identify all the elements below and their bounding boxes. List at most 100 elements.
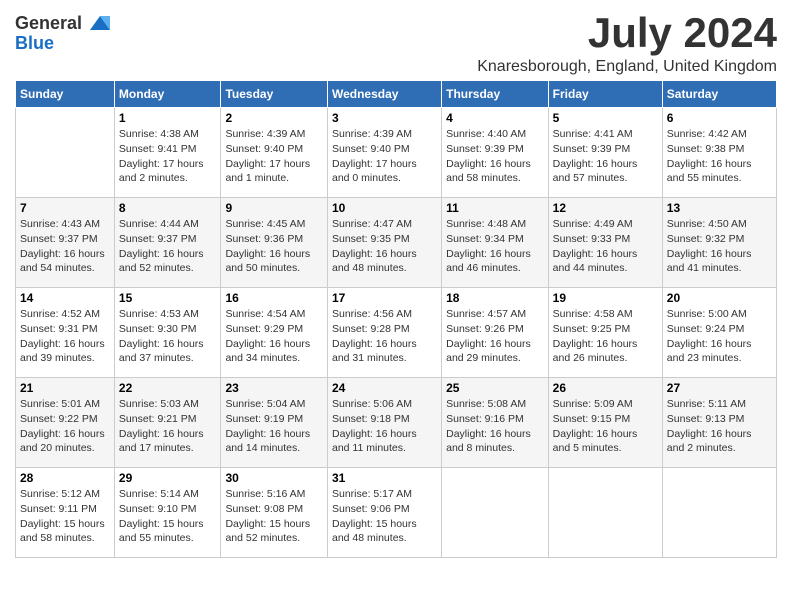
day-number: 23 [225, 381, 323, 395]
day-number: 22 [119, 381, 217, 395]
day-cell: 5 Sunrise: 4:41 AM Sunset: 9:39 PM Daylig… [548, 108, 662, 198]
col-saturday: Saturday [662, 81, 776, 108]
day-number: 28 [20, 471, 110, 485]
day-number: 5 [553, 111, 658, 125]
day-cell: 27Sunrise: 5:11 AM Sunset: 9:13 PM Dayli… [662, 378, 776, 468]
location: Knaresborough, England, United Kingdom [477, 58, 777, 76]
day-info: Sunrise: 5:04 AM Sunset: 9:19 PM Dayligh… [225, 397, 323, 456]
day-number: 11 [446, 201, 544, 215]
day-number: 13 [667, 201, 772, 215]
day-number: 2 [225, 111, 323, 125]
day-cell: 22 Sunrise: 5:03 AM Sunset: 9:21 PM Dayli… [114, 378, 221, 468]
day-info: Sunrise: 4:52 AM Sunset: 9:31 PM Dayligh… [20, 307, 110, 366]
day-number: 10 [332, 201, 437, 215]
day-number: 17 [332, 291, 437, 305]
day-cell: 23 Sunrise: 5:04 AM Sunset: 9:19 PM Dayli… [221, 378, 328, 468]
calendar-table: Sunday Monday Tuesday Wednesday Thursday… [15, 80, 777, 558]
day-info: Sunrise: 4:50 AM Sunset: 9:32 PM Dayligh… [667, 217, 772, 276]
day-cell: 21Sunrise: 5:01 AM Sunset: 9:22 PM Dayli… [16, 378, 115, 468]
day-info: Sunrise: 5:03 AM Sunset: 9:21 PM Dayligh… [119, 397, 217, 456]
day-info: Sunrise: 5:17 AM Sunset: 9:06 PM Dayligh… [332, 487, 437, 546]
week-row-2: 7Sunrise: 4:43 AM Sunset: 9:37 PM Daylig… [16, 198, 777, 288]
day-number: 29 [119, 471, 217, 485]
day-cell: 11 Sunrise: 4:48 AM Sunset: 9:34 PM Dayli… [442, 198, 549, 288]
day-number: 15 [119, 291, 217, 305]
day-info: Sunrise: 4:48 AM Sunset: 9:34 PM Dayligh… [446, 217, 544, 276]
day-info: Sunrise: 5:11 AM Sunset: 9:13 PM Dayligh… [667, 397, 772, 456]
day-cell: 24 Sunrise: 5:06 AM Sunset: 9:18 PM Dayli… [327, 378, 441, 468]
day-info: Sunrise: 4:40 AM Sunset: 9:39 PM Dayligh… [446, 127, 544, 186]
day-info: Sunrise: 5:16 AM Sunset: 9:08 PM Dayligh… [225, 487, 323, 546]
day-number: 24 [332, 381, 437, 395]
day-cell: 4 Sunrise: 4:40 AM Sunset: 9:39 PM Daylig… [442, 108, 549, 198]
day-number: 4 [446, 111, 544, 125]
day-number: 18 [446, 291, 544, 305]
week-row-1: 1 Sunrise: 4:38 AM Sunset: 9:41 PM Daylig… [16, 108, 777, 198]
day-info: Sunrise: 4:42 AM Sunset: 9:38 PM Dayligh… [667, 127, 772, 186]
day-cell: 3 Sunrise: 4:39 AM Sunset: 9:40 PM Daylig… [327, 108, 441, 198]
day-number: 20 [667, 291, 772, 305]
day-number: 1 [119, 111, 217, 125]
day-cell: 30 Sunrise: 5:16 AM Sunset: 9:08 PM Dayli… [221, 468, 328, 558]
day-cell [548, 468, 662, 558]
day-info: Sunrise: 4:56 AM Sunset: 9:28 PM Dayligh… [332, 307, 437, 366]
day-number: 9 [225, 201, 323, 215]
page-header: General Blue July 2024 Knaresborough, En… [15, 10, 777, 76]
day-number: 14 [20, 291, 110, 305]
day-cell: 15 Sunrise: 4:53 AM Sunset: 9:30 PM Dayli… [114, 288, 221, 378]
day-info: Sunrise: 5:00 AM Sunset: 9:24 PM Dayligh… [667, 307, 772, 366]
day-info: Sunrise: 4:57 AM Sunset: 9:26 PM Dayligh… [446, 307, 544, 366]
day-info: Sunrise: 4:58 AM Sunset: 9:25 PM Dayligh… [553, 307, 658, 366]
day-cell: 12 Sunrise: 4:49 AM Sunset: 9:33 PM Dayli… [548, 198, 662, 288]
day-info: Sunrise: 4:54 AM Sunset: 9:29 PM Dayligh… [225, 307, 323, 366]
day-info: Sunrise: 4:39 AM Sunset: 9:40 PM Dayligh… [332, 127, 437, 186]
day-cell: 10Sunrise: 4:47 AM Sunset: 9:35 PM Dayli… [327, 198, 441, 288]
day-cell: 31 Sunrise: 5:17 AM Sunset: 9:06 PM Dayli… [327, 468, 441, 558]
day-cell: 9 Sunrise: 4:45 AM Sunset: 9:36 PM Daylig… [221, 198, 328, 288]
day-info: Sunrise: 5:06 AM Sunset: 9:18 PM Dayligh… [332, 397, 437, 456]
day-cell: 26 Sunrise: 5:09 AM Sunset: 9:15 PM Dayli… [548, 378, 662, 468]
day-number: 16 [225, 291, 323, 305]
day-number: 31 [332, 471, 437, 485]
day-number: 30 [225, 471, 323, 485]
day-number: 25 [446, 381, 544, 395]
day-number: 8 [119, 201, 217, 215]
day-info: Sunrise: 5:01 AM Sunset: 9:22 PM Dayligh… [20, 397, 110, 456]
header-row: Sunday Monday Tuesday Wednesday Thursday… [16, 81, 777, 108]
day-cell: 20 Sunrise: 5:00 AM Sunset: 9:24 PM Dayli… [662, 288, 776, 378]
logo: General Blue [15, 10, 114, 54]
day-cell: 2 Sunrise: 4:39 AM Sunset: 9:40 PM Daylig… [221, 108, 328, 198]
day-number: 19 [553, 291, 658, 305]
logo-icon [86, 10, 114, 38]
day-info: Sunrise: 4:49 AM Sunset: 9:33 PM Dayligh… [553, 217, 658, 276]
day-cell: 19 Sunrise: 4:58 AM Sunset: 9:25 PM Dayli… [548, 288, 662, 378]
day-cell: 14 Sunrise: 4:52 AM Sunset: 9:31 PM Dayli… [16, 288, 115, 378]
day-info: Sunrise: 4:53 AM Sunset: 9:30 PM Dayligh… [119, 307, 217, 366]
day-number: 26 [553, 381, 658, 395]
day-number: 12 [553, 201, 658, 215]
day-cell: 1 Sunrise: 4:38 AM Sunset: 9:41 PM Daylig… [114, 108, 221, 198]
day-info: Sunrise: 5:14 AM Sunset: 9:10 PM Dayligh… [119, 487, 217, 546]
month-title: July 2024 [477, 10, 777, 56]
day-number: 3 [332, 111, 437, 125]
day-info: Sunrise: 4:38 AM Sunset: 9:41 PM Dayligh… [119, 127, 217, 186]
col-tuesday: Tuesday [221, 81, 328, 108]
day-cell: 16 Sunrise: 4:54 AM Sunset: 9:29 PM Dayli… [221, 288, 328, 378]
col-friday: Friday [548, 81, 662, 108]
day-info: Sunrise: 4:45 AM Sunset: 9:36 PM Dayligh… [225, 217, 323, 276]
title-block: July 2024 Knaresborough, England, United… [477, 10, 777, 76]
day-cell: 28 Sunrise: 5:12 AM Sunset: 9:11 PM Dayli… [16, 468, 115, 558]
day-cell: 29 Sunrise: 5:14 AM Sunset: 9:10 PM Dayli… [114, 468, 221, 558]
day-info: Sunrise: 5:09 AM Sunset: 9:15 PM Dayligh… [553, 397, 658, 456]
day-info: Sunrise: 4:41 AM Sunset: 9:39 PM Dayligh… [553, 127, 658, 186]
day-cell [16, 108, 115, 198]
day-cell: 18 Sunrise: 4:57 AM Sunset: 9:26 PM Dayli… [442, 288, 549, 378]
day-number: 7 [20, 201, 110, 215]
day-info: Sunrise: 5:08 AM Sunset: 9:16 PM Dayligh… [446, 397, 544, 456]
day-cell [662, 468, 776, 558]
day-info: Sunrise: 5:12 AM Sunset: 9:11 PM Dayligh… [20, 487, 110, 546]
week-row-5: 28 Sunrise: 5:12 AM Sunset: 9:11 PM Dayli… [16, 468, 777, 558]
col-sunday: Sunday [16, 81, 115, 108]
day-number: 6 [667, 111, 772, 125]
day-info: Sunrise: 4:39 AM Sunset: 9:40 PM Dayligh… [225, 127, 323, 186]
